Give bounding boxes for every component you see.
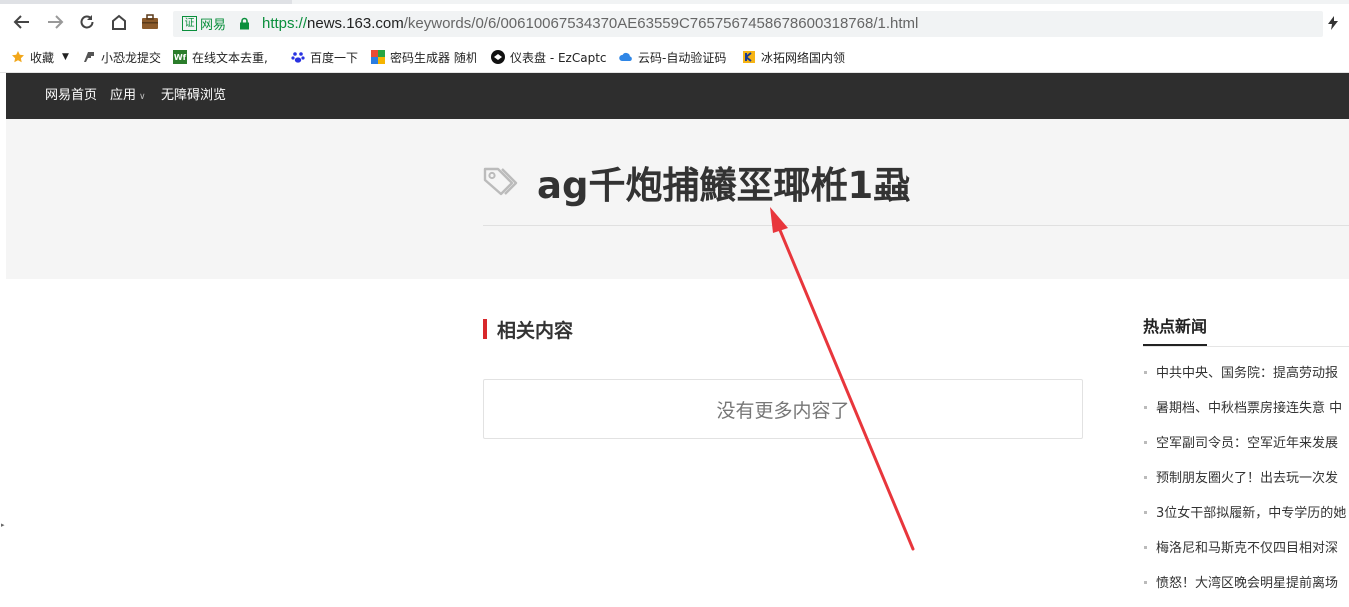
site-nav-bar: 网易首页 应用 ∨ 无障碍浏览	[6, 73, 1349, 119]
site-cert-badge[interactable]: 证 网易	[182, 15, 227, 33]
divider	[483, 225, 1349, 226]
arrow-left-icon	[13, 15, 29, 29]
bookmark-baidu[interactable]: 百度一下	[291, 48, 358, 66]
lock-icon	[240, 17, 249, 30]
no-more-content-box: 没有更多内容了	[483, 379, 1083, 439]
nav-accessibility[interactable]: 无障碍浏览	[161, 87, 226, 105]
hot-news-panel: 热点新闻 中共中央、国务院：提高劳动报 暑期档、中秋档票房接连失意 中 空军副司…	[1143, 316, 1349, 591]
hot-news-item[interactable]: 愤怒！大湾区晚会明星提前离场	[1143, 574, 1349, 594]
bookmark-bingtuo[interactable]: 冰拓网络国内领	[742, 48, 846, 66]
page-title: ag千炮捕鱶坙瑘栣1蝨	[537, 164, 911, 207]
chevron-down-icon[interactable]: ▼	[62, 52, 69, 62]
lightning-extension-icon[interactable]	[1327, 16, 1339, 30]
heading-accent-bar	[483, 319, 487, 339]
briefcase-button[interactable]	[138, 10, 162, 34]
divider	[1143, 346, 1349, 347]
back-button[interactable]	[10, 10, 34, 34]
cloud-icon	[619, 50, 633, 64]
hot-news-heading: 热点新闻	[1143, 316, 1208, 346]
url-text[interactable]: https://news.163.com/keywords/0/6/006100…	[262, 15, 918, 33]
forward-button[interactable]	[43, 10, 67, 34]
bookmark-password-gen[interactable]: 密码生成器 随机	[371, 48, 476, 66]
nav-apps[interactable]: 应用 ∨	[110, 87, 146, 106]
related-section-heading: 相关内容	[483, 318, 573, 342]
ezcaptcha-icon	[491, 50, 505, 64]
hot-news-item[interactable]: 暑期档、中秋档票房接连失意 中	[1143, 399, 1349, 419]
bookmark-yunma[interactable]: 云码-自动验证码	[619, 48, 727, 66]
hot-news-item[interactable]: 梅洛尼和马斯克不仅四目相对深	[1143, 539, 1349, 559]
browser-toolbar: 证 网易 https://news.163.com/keywords/0/6/0…	[0, 4, 1349, 40]
reload-icon	[80, 15, 94, 29]
nav-netease-home[interactable]: 网易首页	[45, 87, 97, 105]
collapse-handle-icon[interactable]: ▸	[1, 521, 5, 529]
tag-icon	[483, 167, 518, 196]
hot-news-item[interactable]: 3位女干部拟履新，中专学历的她	[1143, 504, 1349, 524]
chevron-down-icon: ∨	[139, 92, 146, 102]
bookmarks-bar: 收藏 ▼ 小恐龙提交 Wf 在线文本去重, 百度一下 密码生成器 随机 仪表盘 …	[0, 40, 1349, 73]
hot-news-item[interactable]: 预制朋友圈火了！出去玩一次发	[1143, 469, 1349, 489]
cert-label: 网易	[200, 17, 227, 33]
reload-button[interactable]	[75, 10, 99, 34]
home-button[interactable]	[107, 10, 131, 34]
address-bar[interactable]: 证 网易 https://news.163.com/keywords/0/6/0…	[173, 11, 1323, 37]
arrow-right-icon	[48, 15, 64, 29]
star-icon	[11, 50, 25, 64]
bookmark-favorites[interactable]: 收藏 ▼	[11, 48, 69, 66]
bookmark-text-dedupe[interactable]: Wf 在线文本去重,	[173, 48, 273, 66]
briefcase-icon	[142, 14, 158, 29]
cert-icon: 证	[182, 15, 197, 31]
dino-icon	[82, 50, 96, 64]
home-icon	[112, 14, 126, 30]
keyword-header: ag千炮捕鱶坙瑘栣1蝨	[6, 119, 1349, 279]
baidu-paw-icon	[291, 50, 305, 64]
wf-icon: Wf	[173, 50, 187, 64]
bingtuo-icon	[742, 50, 756, 64]
hot-news-item[interactable]: 空军副司令员：空军近年来发展	[1143, 434, 1349, 454]
bookmark-ezcaptcha[interactable]: 仪表盘 - EzCaptc	[491, 48, 607, 66]
hot-news-item[interactable]: 中共中央、国务院：提高劳动报	[1143, 364, 1349, 384]
bookmark-dino[interactable]: 小恐龙提交	[82, 48, 161, 66]
puzzle-icon	[371, 50, 385, 64]
